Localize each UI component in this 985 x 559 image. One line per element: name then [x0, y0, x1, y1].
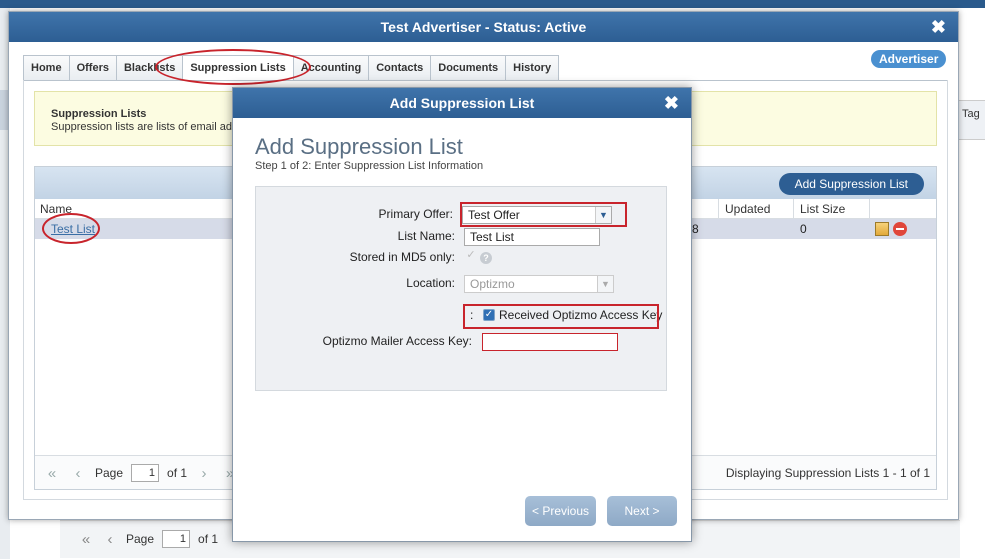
location-select[interactable]: Optizmo ▼: [464, 275, 614, 293]
location-value: Optizmo: [470, 277, 515, 291]
column-separator: [718, 199, 719, 219]
delete-icon[interactable]: [893, 222, 907, 236]
advertiser-badge: Advertiser: [871, 50, 947, 68]
first-page-icon[interactable]: «: [43, 465, 61, 482]
prev-page-icon[interactable]: ‹: [69, 465, 87, 482]
chevron-down-icon[interactable]: ▼: [597, 276, 613, 292]
grid-pager: « ‹ Page 1 of 1 › »: [43, 464, 239, 482]
page-of-label: of 1: [198, 532, 219, 546]
window-title: Test Advertiser - Status: Active: [380, 19, 587, 35]
next-button[interactable]: Next >: [607, 496, 677, 526]
list-name-label: List Name:: [397, 229, 455, 243]
help-icon[interactable]: ?: [480, 252, 492, 264]
background-right-header: [958, 100, 985, 140]
dialog-step: Step 1 of 2: Enter Suppression List Info…: [255, 160, 484, 172]
page-input[interactable]: 1: [162, 530, 191, 548]
highlight-received-key: [463, 304, 659, 329]
advertiser-window-titlebar: Test Advertiser - Status: Active ✖: [9, 12, 958, 42]
page-input[interactable]: 1: [131, 464, 160, 482]
highlight-test-list: [42, 213, 100, 244]
close-icon[interactable]: ✖: [664, 88, 679, 118]
tab-contacts[interactable]: Contacts: [368, 55, 432, 80]
md5-checkbox[interactable]: ✓: [465, 250, 477, 262]
dialog-title: Add Suppression List: [389, 95, 535, 111]
next-page-icon[interactable]: ›: [195, 465, 213, 482]
page-label: Page: [95, 466, 124, 480]
background-topbar: [0, 0, 985, 8]
grid-display-count: Displaying Suppression Lists 1 - 1 of 1: [725, 466, 930, 480]
highlight-suppression-tab: [155, 49, 311, 85]
page-of-label: of 1: [167, 466, 188, 480]
close-icon[interactable]: ✖: [931, 12, 946, 42]
tab-documents[interactable]: Documents: [430, 55, 507, 80]
column-updated[interactable]: Updated: [725, 202, 770, 216]
previous-button[interactable]: < Previous: [525, 496, 596, 526]
add-suppression-list-button[interactable]: Add Suppression List: [778, 173, 924, 195]
background-pager: « ‹ Page 1 of 1: [78, 530, 218, 548]
dialog-heading: Add Suppression List: [255, 134, 463, 159]
column-separator: [869, 199, 870, 219]
background-column-tag: Tag: [962, 108, 980, 120]
column-list-size[interactable]: List Size: [800, 202, 845, 216]
primary-offer-label: Primary Offer:: [378, 207, 453, 221]
tab-home[interactable]: Home: [23, 55, 70, 80]
tab-history[interactable]: History: [505, 55, 560, 80]
dialog-titlebar: Add Suppression List ✖: [233, 88, 691, 118]
page-label: Page: [126, 532, 155, 546]
highlight-primary-offer: [460, 202, 627, 227]
prev-page-icon[interactable]: ‹: [102, 531, 118, 548]
list-name-input[interactable]: Test List: [464, 228, 600, 246]
row-list-size: 0: [800, 222, 807, 236]
edit-icon[interactable]: [875, 222, 889, 236]
row-partial-value: 8: [692, 222, 699, 236]
mailer-key-label: Optizmo Mailer Access Key:: [322, 334, 472, 348]
mailer-key-input[interactable]: [482, 333, 618, 351]
tab-offers[interactable]: Offers: [68, 55, 117, 80]
first-page-icon[interactable]: «: [78, 531, 94, 548]
column-separator: [793, 199, 794, 219]
location-label: Location:: [406, 276, 455, 290]
md5-label: Stored in MD5 only:: [349, 250, 455, 264]
